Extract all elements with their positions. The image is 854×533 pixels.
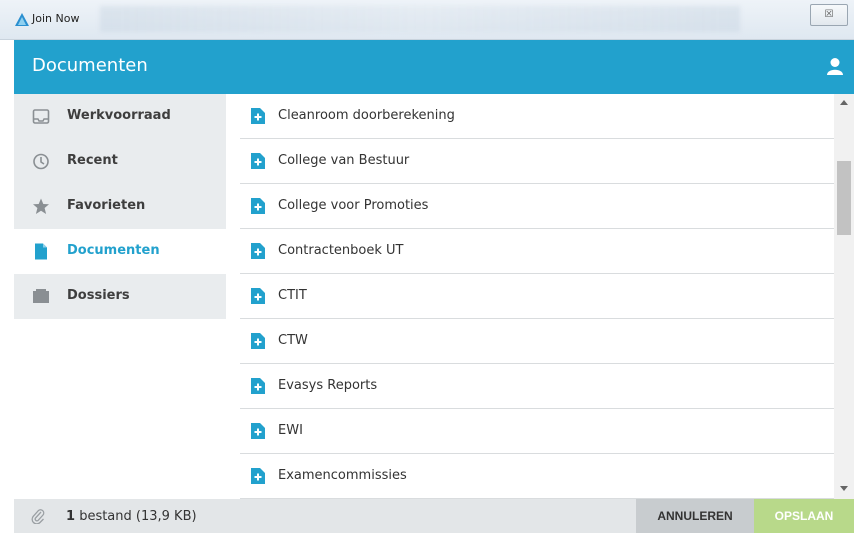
- list-item[interactable]: Contractenboek UT: [240, 229, 834, 274]
- inbox-icon: [32, 109, 50, 124]
- clock-icon: [33, 153, 49, 170]
- scroll-up-icon[interactable]: [840, 100, 848, 105]
- sidebar-item-recent[interactable]: Recent: [14, 139, 226, 184]
- scroll-down-icon[interactable]: [840, 486, 848, 491]
- list-item[interactable]: CTW: [240, 319, 834, 364]
- cancel-button[interactable]: ANNULEREN: [636, 499, 754, 533]
- add-document-icon: [251, 153, 265, 169]
- add-document-icon: [251, 468, 265, 484]
- list-item-label: College voor Promoties: [278, 198, 429, 213]
- list-item[interactable]: Cleanroom doorberekening: [240, 94, 834, 139]
- add-document-icon: [251, 198, 265, 214]
- sidebar-item-dossiers[interactable]: Dossiers: [14, 274, 226, 319]
- blurred-background: [100, 6, 740, 32]
- star-icon: [33, 198, 49, 214]
- add-document-icon: [251, 243, 265, 259]
- list-item-label: Evasys Reports: [278, 378, 378, 393]
- sidebar-item-werkvoorraad[interactable]: Werkvoorraad: [14, 94, 226, 139]
- sidebar: Werkvoorraad Recent Favorieten Documente…: [14, 94, 226, 499]
- user-icon[interactable]: [826, 57, 844, 75]
- list-item[interactable]: College voor Promoties: [240, 184, 834, 229]
- list-item[interactable]: Evasys Reports: [240, 364, 834, 409]
- file-count: 1: [66, 509, 76, 524]
- scroll-thumb[interactable]: [837, 161, 851, 235]
- sidebar-item-label: Favorieten: [67, 198, 146, 213]
- add-document-icon: [251, 333, 265, 349]
- list-scrollbar[interactable]: [834, 94, 854, 499]
- page-title: Documenten: [32, 55, 148, 76]
- document-icon: [35, 243, 47, 260]
- list-item-label: EWI: [278, 423, 303, 438]
- sidebar-item-label: Werkvoorraad: [67, 108, 171, 123]
- list-item[interactable]: CTIT: [240, 274, 834, 319]
- window-close-button[interactable]: ☒: [810, 4, 848, 26]
- list-item-label: Contractenboek UT: [278, 243, 404, 258]
- sidebar-item-label: Dossiers: [67, 288, 130, 303]
- sidebar-item-label: Recent: [67, 153, 118, 168]
- add-document-icon: [251, 423, 265, 439]
- sidebar-item-label: Documenten: [67, 243, 160, 258]
- folder-icon: [33, 289, 49, 303]
- list-item-label: College van Bestuur: [278, 153, 410, 168]
- save-button[interactable]: OPSLAAN: [754, 499, 854, 533]
- dialog-footer: 1 bestand (13,9 KB) ANNULEREN OPSLAAN: [14, 499, 854, 533]
- add-document-icon: [251, 378, 265, 394]
- app-logo-icon: [15, 13, 29, 26]
- window-title: Join Now: [32, 12, 80, 25]
- list-item-label: Examencommissies: [278, 468, 407, 483]
- list-item[interactable]: Examencommissies: [240, 454, 834, 499]
- add-document-icon: [251, 108, 265, 124]
- window-titlebar: Join Now ☒: [0, 0, 854, 40]
- add-document-icon: [251, 288, 265, 304]
- document-list: Cleanroom doorberekening College van Bes…: [240, 94, 834, 499]
- list-item-label: CTW: [278, 333, 308, 348]
- dialog-header: Documenten: [14, 40, 854, 94]
- sidebar-item-favorieten[interactable]: Favorieten: [14, 184, 226, 229]
- list-item[interactable]: EWI: [240, 409, 834, 454]
- list-item-label: Cleanroom doorberekening: [278, 108, 455, 123]
- list-item[interactable]: College van Bestuur: [240, 139, 834, 184]
- attachment-summary: 1 bestand (13,9 KB): [66, 509, 197, 524]
- list-item-label: CTIT: [278, 288, 307, 303]
- paperclip-icon: [31, 509, 45, 524]
- file-size-text: bestand (13,9 KB): [79, 509, 197, 524]
- sidebar-item-documenten[interactable]: Documenten: [14, 229, 226, 274]
